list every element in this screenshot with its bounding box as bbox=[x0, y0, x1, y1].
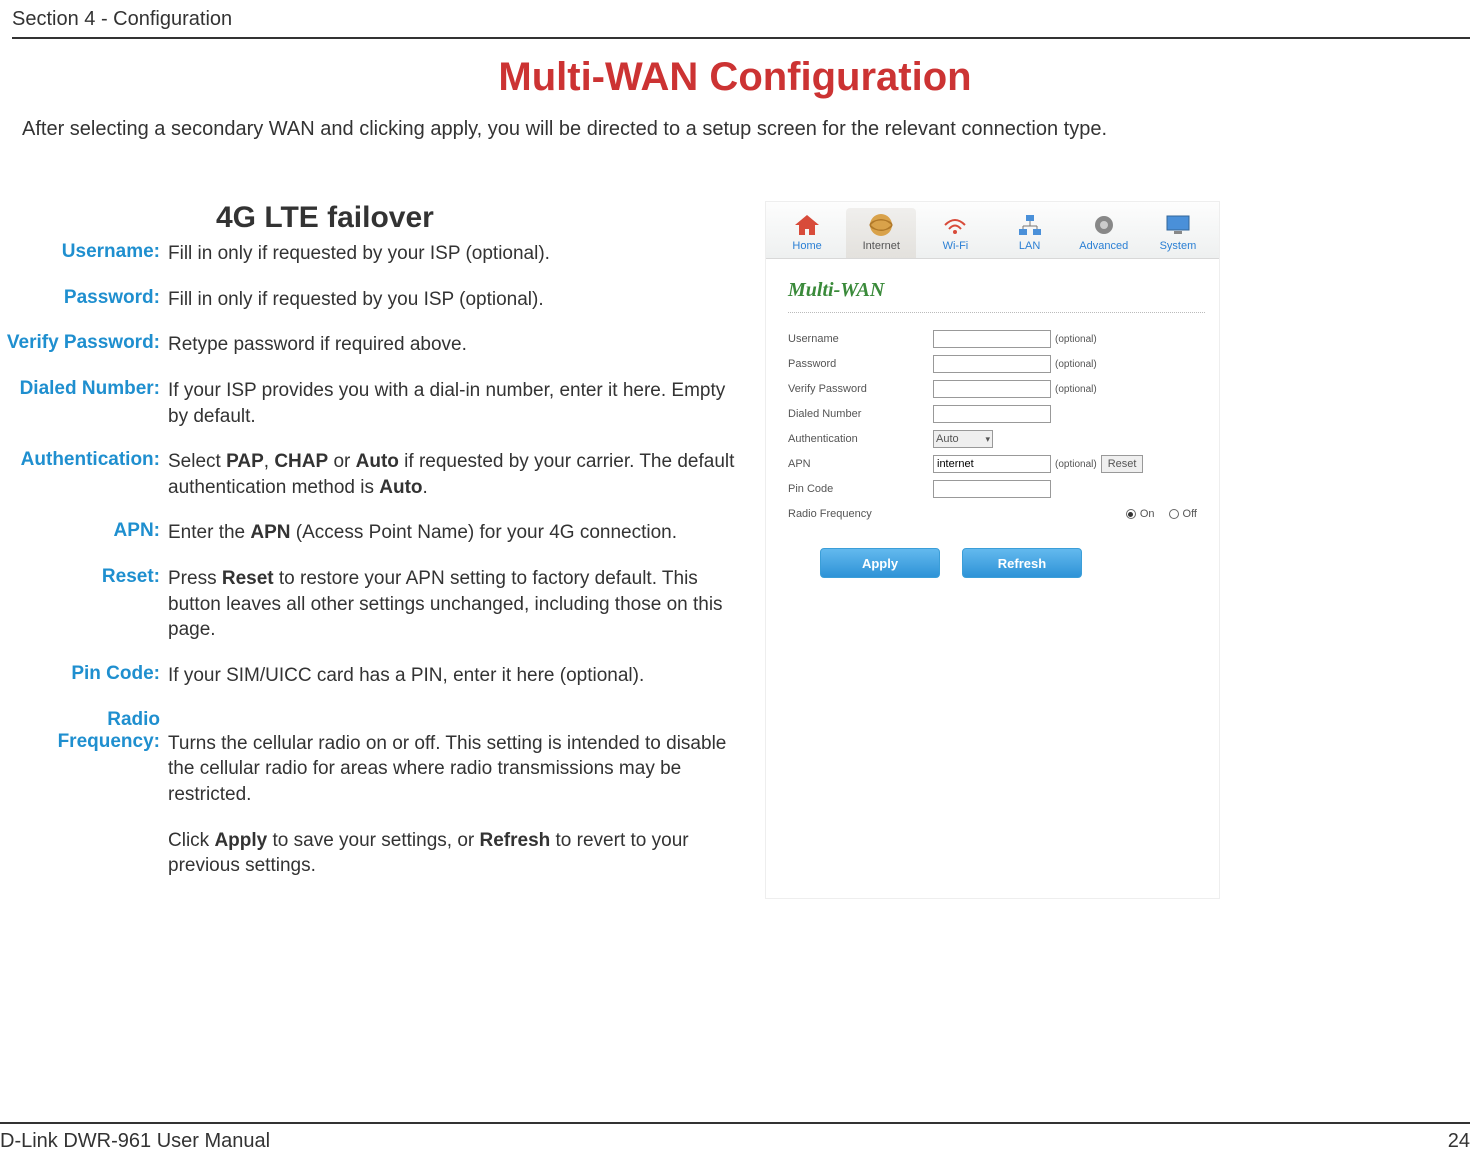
globe-icon bbox=[866, 212, 896, 238]
optional-tag: (optional) bbox=[1055, 334, 1097, 345]
desc-pin-code: If your SIM/UICC card has a PIN, enter i… bbox=[168, 663, 644, 689]
desc-apn: Enter the APN (Access Point Name) for yo… bbox=[168, 520, 677, 546]
optional-tag: (optional) bbox=[1055, 384, 1097, 395]
form-label-pin: Pin Code bbox=[788, 483, 933, 495]
section-header: Section 4 - Configuration bbox=[12, 8, 1470, 39]
definitions-column: 4G LTE failover Username: Fill in only i… bbox=[0, 201, 745, 899]
dialed-number-input[interactable] bbox=[933, 405, 1051, 423]
form-label-password: Password bbox=[788, 358, 933, 370]
label-radio-frequency-line2: Frequency: bbox=[0, 731, 168, 808]
label-radio-frequency-line1: Radio bbox=[0, 709, 168, 731]
radio-off[interactable] bbox=[1169, 509, 1179, 519]
form-label-verify: Verify Password bbox=[788, 383, 933, 395]
nav-home[interactable]: Home bbox=[772, 208, 842, 258]
radio-on-label: On bbox=[1140, 508, 1155, 520]
label-username: Username: bbox=[0, 241, 168, 267]
monitor-icon bbox=[1163, 212, 1193, 238]
form-label-auth: Authentication bbox=[788, 433, 933, 445]
footer-manual-title: D-Link DWR-961 User Manual bbox=[0, 1130, 270, 1153]
optional-tag: (optional) bbox=[1055, 359, 1097, 370]
intro-text: After selecting a secondary WAN and clic… bbox=[22, 118, 1470, 141]
nav-wifi[interactable]: Wi-Fi bbox=[920, 208, 990, 258]
desc-reset: Press Reset to restore your APN setting … bbox=[168, 566, 745, 643]
nav-internet[interactable]: Internet bbox=[846, 208, 916, 258]
radio-off-label: Off bbox=[1183, 508, 1197, 520]
form-label-username: Username bbox=[788, 333, 933, 345]
desc-username: Fill in only if requested by your ISP (o… bbox=[168, 241, 550, 267]
refresh-button[interactable]: Refresh bbox=[962, 548, 1082, 578]
router-ui-screenshot: Home Internet Wi-Fi LAN bbox=[765, 201, 1220, 899]
verify-password-input[interactable] bbox=[933, 380, 1051, 398]
username-input[interactable] bbox=[933, 330, 1051, 348]
label-password: Password: bbox=[0, 287, 168, 313]
footer-page-number: 24 bbox=[1448, 1130, 1470, 1153]
apply-button[interactable]: Apply bbox=[820, 548, 940, 578]
label-authentication: Authentication: bbox=[0, 449, 168, 500]
auth-select[interactable]: Auto bbox=[933, 430, 993, 448]
lan-icon bbox=[1015, 212, 1045, 238]
desc-verify-password: Retype password if required above. bbox=[168, 332, 467, 358]
label-dialed-number: Dialed Number: bbox=[0, 378, 168, 429]
label-verify-password: Verify Password: bbox=[0, 332, 168, 358]
label-apn: APN: bbox=[0, 520, 168, 546]
apn-input[interactable] bbox=[933, 455, 1051, 473]
label-reset: Reset: bbox=[0, 566, 168, 643]
form-label-radio-freq: Radio Frequency bbox=[788, 508, 933, 520]
panel-heading: Multi-WAN bbox=[788, 279, 1205, 313]
home-icon bbox=[792, 212, 822, 238]
desc-authentication: Select PAP, CHAP or Auto if requested by… bbox=[168, 449, 745, 500]
nav-advanced[interactable]: Advanced bbox=[1069, 208, 1139, 258]
label-pin-code: Pin Code: bbox=[0, 663, 168, 689]
nav-bar: Home Internet Wi-Fi LAN bbox=[766, 202, 1219, 259]
form-label-dialed: Dialed Number bbox=[788, 408, 933, 420]
pin-code-input[interactable] bbox=[933, 480, 1051, 498]
desc-radio-frequency: Turns the cellular radio on or off. This… bbox=[168, 731, 745, 808]
wifi-icon bbox=[940, 212, 970, 238]
radio-on[interactable] bbox=[1126, 509, 1136, 519]
desc-apply-refresh: Click Apply to save your settings, or Re… bbox=[168, 828, 745, 879]
subsection-title: 4G LTE failover bbox=[216, 201, 745, 235]
gear-icon bbox=[1089, 212, 1119, 238]
desc-password: Fill in only if requested by you ISP (op… bbox=[168, 287, 544, 313]
reset-button[interactable]: Reset bbox=[1101, 455, 1144, 473]
page-footer: D-Link DWR-961 User Manual 24 bbox=[0, 1122, 1470, 1153]
desc-dialed-number: If your ISP provides you with a dial-in … bbox=[168, 378, 745, 429]
page-title: Multi-WAN Configuration bbox=[0, 55, 1470, 100]
nav-lan[interactable]: LAN bbox=[995, 208, 1065, 258]
form-label-apn: APN bbox=[788, 458, 933, 470]
optional-tag: (optional) bbox=[1055, 459, 1097, 470]
nav-system[interactable]: System bbox=[1143, 208, 1213, 258]
password-input[interactable] bbox=[933, 355, 1051, 373]
